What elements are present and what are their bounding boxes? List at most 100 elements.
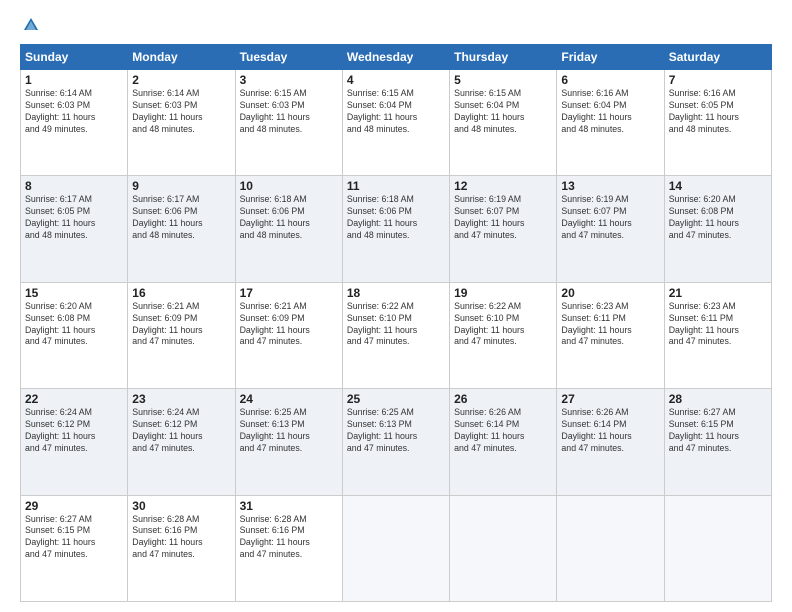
calendar-cell: 3Sunrise: 6:15 AM Sunset: 6:03 PM Daylig… — [235, 70, 342, 176]
calendar-cell: 26Sunrise: 6:26 AM Sunset: 6:14 PM Dayli… — [450, 389, 557, 495]
calendar-table: SundayMondayTuesdayWednesdayThursdayFrid… — [20, 44, 772, 602]
calendar-cell — [342, 495, 449, 601]
day-info: Sunrise: 6:15 AM Sunset: 6:04 PM Dayligh… — [454, 88, 552, 136]
calendar-cell: 6Sunrise: 6:16 AM Sunset: 6:04 PM Daylig… — [557, 70, 664, 176]
day-number: 14 — [669, 179, 767, 193]
day-number: 11 — [347, 179, 445, 193]
day-info: Sunrise: 6:15 AM Sunset: 6:04 PM Dayligh… — [347, 88, 445, 136]
day-info: Sunrise: 6:19 AM Sunset: 6:07 PM Dayligh… — [454, 194, 552, 242]
weekday-header-tuesday: Tuesday — [235, 45, 342, 70]
calendar-cell: 23Sunrise: 6:24 AM Sunset: 6:12 PM Dayli… — [128, 389, 235, 495]
calendar-cell: 5Sunrise: 6:15 AM Sunset: 6:04 PM Daylig… — [450, 70, 557, 176]
calendar-week-4: 22 Sunrise: 6:24 AM Sunset: 6:12 PM Dayli… — [21, 389, 772, 495]
day-info: Sunrise: 6:26 AM Sunset: 6:14 PM Dayligh… — [561, 407, 659, 455]
day-info: Sunrise: 6:22 AM Sunset: 6:10 PM Dayligh… — [347, 301, 445, 349]
day-info: Sunrise: 6:17 AM Sunset: 6:06 PM Dayligh… — [132, 194, 230, 242]
day-number: 9 — [132, 179, 230, 193]
calendar-cell: 10Sunrise: 6:18 AM Sunset: 6:06 PM Dayli… — [235, 176, 342, 282]
weekday-header-sunday: Sunday — [21, 45, 128, 70]
day-number: 2 — [132, 73, 230, 87]
day-number: 4 — [347, 73, 445, 87]
day-number: 31 — [240, 499, 338, 513]
calendar-cell — [664, 495, 771, 601]
day-number: 30 — [132, 499, 230, 513]
day-info: Sunrise: 6:17 AM Sunset: 6:05 PM Dayligh… — [25, 194, 123, 242]
day-number: 18 — [347, 286, 445, 300]
calendar-cell: 11Sunrise: 6:18 AM Sunset: 6:06 PM Dayli… — [342, 176, 449, 282]
day-info: Sunrise: 6:14 AM Sunset: 6:03 PM Dayligh… — [132, 88, 230, 136]
day-number: 3 — [240, 73, 338, 87]
day-number: 7 — [669, 73, 767, 87]
calendar-cell: 21Sunrise: 6:23 AM Sunset: 6:11 PM Dayli… — [664, 282, 771, 388]
weekday-header-row: SundayMondayTuesdayWednesdayThursdayFrid… — [21, 45, 772, 70]
calendar-cell: 1Sunrise: 6:14 AM Sunset: 6:03 PM Daylig… — [21, 70, 128, 176]
header — [20, 16, 772, 34]
day-number: 29 — [25, 499, 123, 513]
calendar-cell: 12Sunrise: 6:19 AM Sunset: 6:07 PM Dayli… — [450, 176, 557, 282]
day-number: 5 — [454, 73, 552, 87]
day-info: Sunrise: 6:16 AM Sunset: 6:04 PM Dayligh… — [561, 88, 659, 136]
calendar-cell: 16Sunrise: 6:21 AM Sunset: 6:09 PM Dayli… — [128, 282, 235, 388]
day-info: Sunrise: 6:16 AM Sunset: 6:05 PM Dayligh… — [669, 88, 767, 136]
day-info: Sunrise: 6:25 AM Sunset: 6:13 PM Dayligh… — [347, 407, 445, 455]
day-info: Sunrise: 6:20 AM Sunset: 6:08 PM Dayligh… — [669, 194, 767, 242]
day-number: 15 — [25, 286, 123, 300]
calendar-cell — [557, 495, 664, 601]
day-info: Sunrise: 6:24 AM Sunset: 6:12 PM Dayligh… — [132, 407, 230, 455]
page: SundayMondayTuesdayWednesdayThursdayFrid… — [0, 0, 792, 612]
calendar-cell: 29Sunrise: 6:27 AM Sunset: 6:15 PM Dayli… — [21, 495, 128, 601]
calendar-cell: 20Sunrise: 6:23 AM Sunset: 6:11 PM Dayli… — [557, 282, 664, 388]
day-number: 20 — [561, 286, 659, 300]
day-number: 16 — [132, 286, 230, 300]
weekday-header-saturday: Saturday — [664, 45, 771, 70]
day-number: 21 — [669, 286, 767, 300]
day-number: 6 — [561, 73, 659, 87]
calendar-cell: 15Sunrise: 6:20 AM Sunset: 6:08 PM Dayli… — [21, 282, 128, 388]
calendar-cell: 2Sunrise: 6:14 AM Sunset: 6:03 PM Daylig… — [128, 70, 235, 176]
weekday-header-thursday: Thursday — [450, 45, 557, 70]
logo-icon — [22, 16, 40, 34]
calendar-cell: 22Sunrise: 6:24 AM Sunset: 6:12 PM Dayli… — [21, 389, 128, 495]
day-info: Sunrise: 6:23 AM Sunset: 6:11 PM Dayligh… — [669, 301, 767, 349]
day-info: Sunrise: 6:25 AM Sunset: 6:13 PM Dayligh… — [240, 407, 338, 455]
day-number: 17 — [240, 286, 338, 300]
day-info: Sunrise: 6:23 AM Sunset: 6:11 PM Dayligh… — [561, 301, 659, 349]
calendar-cell: 13Sunrise: 6:19 AM Sunset: 6:07 PM Dayli… — [557, 176, 664, 282]
day-info: Sunrise: 6:28 AM Sunset: 6:16 PM Dayligh… — [240, 514, 338, 562]
day-info: Sunrise: 6:26 AM Sunset: 6:14 PM Dayligh… — [454, 407, 552, 455]
calendar-cell: 27Sunrise: 6:26 AM Sunset: 6:14 PM Dayli… — [557, 389, 664, 495]
calendar-week-3: 15Sunrise: 6:20 AM Sunset: 6:08 PM Dayli… — [21, 282, 772, 388]
day-info: Sunrise: 6:21 AM Sunset: 6:09 PM Dayligh… — [132, 301, 230, 349]
day-info: Sunrise: 6:20 AM Sunset: 6:08 PM Dayligh… — [25, 301, 123, 349]
day-number: 27 — [561, 392, 659, 406]
day-info: Sunrise: 6:28 AM Sunset: 6:16 PM Dayligh… — [132, 514, 230, 562]
calendar-cell: 25Sunrise: 6:25 AM Sunset: 6:13 PM Dayli… — [342, 389, 449, 495]
day-number: 26 — [454, 392, 552, 406]
day-number: 25 — [347, 392, 445, 406]
day-number: 23 — [132, 392, 230, 406]
calendar-week-5: 29Sunrise: 6:27 AM Sunset: 6:15 PM Dayli… — [21, 495, 772, 601]
day-number: 10 — [240, 179, 338, 193]
calendar-cell: 8Sunrise: 6:17 AM Sunset: 6:05 PM Daylig… — [21, 176, 128, 282]
day-number: 8 — [25, 179, 123, 193]
logo — [20, 16, 40, 34]
calendar-cell: 17Sunrise: 6:21 AM Sunset: 6:09 PM Dayli… — [235, 282, 342, 388]
day-info: Sunrise: 6:19 AM Sunset: 6:07 PM Dayligh… — [561, 194, 659, 242]
day-info: Sunrise: 6:18 AM Sunset: 6:06 PM Dayligh… — [240, 194, 338, 242]
calendar-cell — [450, 495, 557, 601]
calendar-cell: 30Sunrise: 6:28 AM Sunset: 6:16 PM Dayli… — [128, 495, 235, 601]
day-info: Sunrise: 6:14 AM Sunset: 6:03 PM Dayligh… — [25, 88, 123, 136]
day-info: Sunrise: 6:27 AM Sunset: 6:15 PM Dayligh… — [25, 514, 123, 562]
day-number: 12 — [454, 179, 552, 193]
day-number: 28 — [669, 392, 767, 406]
day-info: Sunrise: 6:27 AM Sunset: 6:15 PM Dayligh… — [669, 407, 767, 455]
calendar-week-2: 8Sunrise: 6:17 AM Sunset: 6:05 PM Daylig… — [21, 176, 772, 282]
day-number: 19 — [454, 286, 552, 300]
weekday-header-friday: Friday — [557, 45, 664, 70]
calendar-cell: 7Sunrise: 6:16 AM Sunset: 6:05 PM Daylig… — [664, 70, 771, 176]
day-info: Sunrise: 6:22 AM Sunset: 6:10 PM Dayligh… — [454, 301, 552, 349]
logo-text — [20, 16, 40, 34]
day-number: 22 — [25, 392, 123, 406]
calendar-cell: 31Sunrise: 6:28 AM Sunset: 6:16 PM Dayli… — [235, 495, 342, 601]
calendar-cell: 28Sunrise: 6:27 AM Sunset: 6:15 PM Dayli… — [664, 389, 771, 495]
